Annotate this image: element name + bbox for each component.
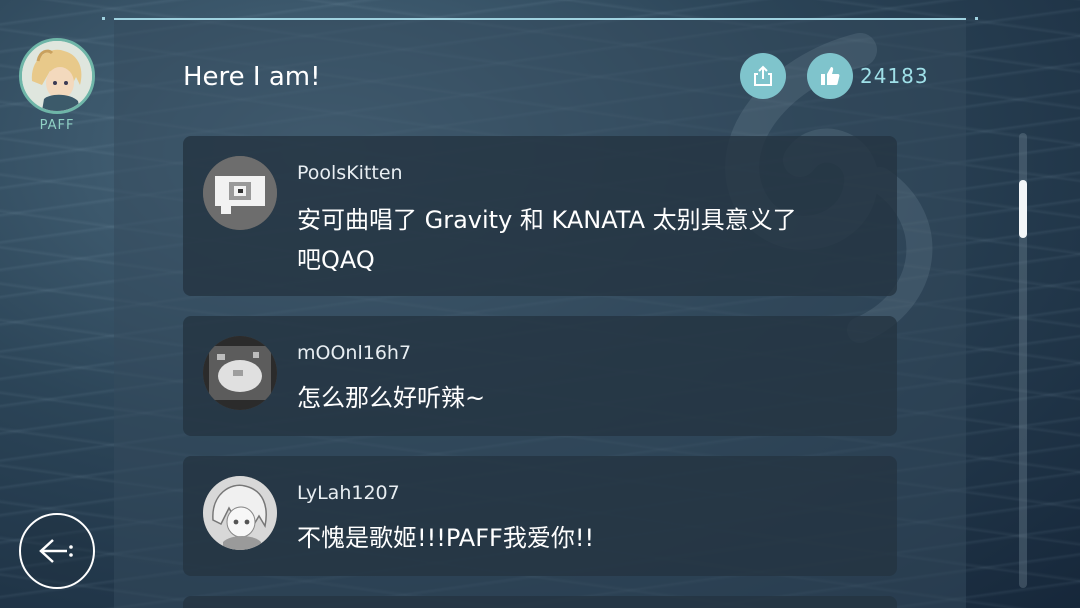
pixel-orb-avatar	[203, 336, 277, 410]
comment-card	[183, 596, 897, 608]
comment-username: mOOnl16h7	[297, 342, 412, 364]
comment-text-line: 吧QAQ	[297, 246, 375, 274]
comment-text-line: 安可曲唱了 Gravity 和 KANATA 太别具意义了	[297, 206, 797, 234]
comment-text-line: 不愧是歌姬!!!PAFF我爱你!!	[297, 524, 595, 552]
comment-text: 怎么那么好听辣~	[297, 378, 857, 418]
divider-dot-right	[975, 17, 978, 20]
comment-card: LyLah1207 不愧是歌姬!!!PAFF我爱你!!	[183, 456, 897, 576]
comment-card: mOOnl16h7 怎么那么好听辣~	[183, 316, 897, 436]
back-arrow-icon	[39, 539, 73, 563]
song-title: Here I am!	[183, 62, 321, 92]
anime-girl-avatar	[203, 476, 277, 550]
comment-username: LyLah1207	[297, 482, 400, 504]
comment-avatar[interactable]	[203, 156, 277, 230]
share-icon	[754, 65, 772, 86]
like-count: 24183	[860, 64, 929, 88]
top-divider	[114, 18, 966, 20]
comment-text-line: 怎么那么好听辣~	[297, 384, 486, 412]
comment-text: 不愧是歌姬!!!PAFF我爱你!!	[297, 518, 857, 558]
scrollbar-thumb[interactable]	[1019, 180, 1027, 238]
comment-avatar[interactable]	[203, 336, 277, 410]
character-avatar[interactable]	[19, 38, 95, 114]
thumbs-up-icon	[821, 67, 840, 85]
paff-portrait-icon	[22, 41, 92, 111]
pixel-speech-bubble-avatar	[203, 156, 277, 230]
comment-avatar[interactable]	[203, 476, 277, 550]
character-name: PAFF	[39, 118, 75, 133]
share-button[interactable]	[740, 53, 786, 99]
comment-username: PoolsKitten	[297, 162, 403, 184]
like-button[interactable]	[807, 53, 853, 99]
comment-text: 安可曲唱了 Gravity 和 KANATA 太别具意义了 吧QAQ	[297, 200, 857, 280]
comment-card: PoolsKitten 安可曲唱了 Gravity 和 KANATA 太别具意义…	[183, 136, 897, 296]
back-button[interactable]	[19, 513, 95, 589]
divider-dot-left	[102, 17, 105, 20]
